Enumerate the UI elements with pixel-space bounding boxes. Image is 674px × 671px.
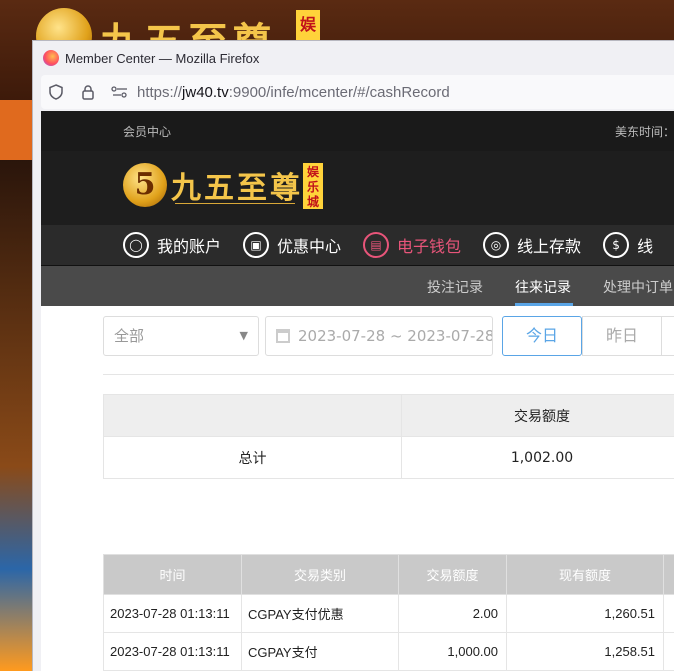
table-row: 2023-07-28 01:13:11 CGPAY支付优惠 2.00 1,260… — [103, 594, 674, 633]
cell-time: 2023-07-28 01:13:11 — [103, 632, 242, 671]
nav-label: 线 — [637, 237, 654, 256]
tab-cash-record[interactable]: 往来记录 — [515, 277, 571, 297]
total-value: 1,002.00 — [401, 436, 674, 479]
window-title: Member Center — Mozilla Firefox — [65, 50, 260, 66]
logo-badge: 娱乐城 — [303, 163, 323, 209]
total-label: 总计 — [103, 436, 402, 479]
col-extra — [663, 554, 674, 595]
nav-promotions[interactable]: ▣ 优惠中心 — [243, 232, 341, 258]
firefox-icon — [43, 50, 59, 66]
main-nav: ◯ 我的账户 ▣ 优惠中心 ▤ 电子钱包 ◎ 线上存款 $ 线 — [41, 225, 674, 266]
type-select[interactable]: 全部 ▼ — [103, 316, 259, 356]
records-table: 时间 交易类别 交易额度 现有额度 2023-07-28 01:13:11 CG… — [103, 554, 674, 671]
summary-header: 交易额度 — [401, 394, 674, 437]
user-icon: ◯ — [123, 232, 149, 258]
records-header-row: 时间 交易类别 交易额度 现有额度 — [103, 554, 674, 595]
yesterday-button[interactable]: 昨日 — [582, 316, 662, 356]
cell-extra — [663, 632, 674, 671]
logo-icon[interactable]: 5 — [123, 163, 167, 207]
page-content: 会员中心 美东时间： 5 九五至尊 娱乐城 ◯ 我的账户 ▣ 优惠中心 ▤ 电子… — [41, 111, 674, 671]
url-bar[interactable]: https://jw40.tv:9900/infe/mcenter/#/cash… — [41, 75, 674, 109]
background-logo-badge: 娱 — [296, 10, 320, 40]
summary-header-blank — [103, 394, 402, 437]
sub-nav: 投注记录 往来记录 处理中订单 — [41, 266, 674, 306]
wallet-icon: ▤ — [363, 232, 390, 258]
cell-type: CGPAY支付优惠 — [241, 594, 399, 633]
more-range-button[interactable] — [662, 316, 674, 356]
deposit-icon: ◎ — [483, 232, 510, 258]
lock-icon[interactable] — [79, 83, 97, 101]
divider — [103, 374, 674, 375]
nav-my-account[interactable]: ◯ 我的账户 — [123, 232, 221, 258]
summary-table: 交易额度 总计 1,002.00 — [103, 394, 674, 479]
tab-bet-record[interactable]: 投注记录 — [427, 277, 483, 297]
logo-ornament — [175, 203, 295, 209]
table-row: 2023-07-28 01:13:11 CGPAY支付 1,000.00 1,2… — [103, 632, 674, 671]
col-time: 时间 — [103, 554, 242, 595]
cell-time: 2023-07-28 01:13:11 — [103, 594, 242, 633]
cell-amount: 2.00 — [398, 594, 507, 633]
nav-online-deposit[interactable]: ◎ 线上存款 — [483, 232, 581, 258]
chevron-down-icon: ▼ — [239, 329, 248, 342]
site-header: 5 九五至尊 娱乐城 — [41, 151, 674, 225]
url-text[interactable]: https://jw40.tv:9900/infe/mcenter/#/cash… — [137, 84, 450, 101]
nav-label: 线上存款 — [517, 237, 582, 256]
nav-label: 优惠中心 — [277, 237, 342, 256]
eastern-time-label: 美东时间： — [615, 125, 674, 139]
nav-label: 电子钱包 — [397, 237, 462, 256]
tab-pending-orders[interactable]: 处理中订单 — [603, 277, 673, 297]
date-range-value: 2023-07-28 ~ 2023-07-28 — [298, 327, 493, 345]
date-range-input[interactable]: 2023-07-28 ~ 2023-07-28 — [265, 316, 493, 356]
calendar-icon — [276, 329, 290, 343]
filter-bar: 全部 ▼ 2023-07-28 ~ 2023-07-28 今日 昨日 — [103, 316, 674, 356]
logo-text[interactable]: 九五至尊 — [171, 163, 303, 207]
type-select-value: 全部 — [114, 327, 145, 345]
cell-extra — [663, 594, 674, 633]
cell-amount: 1,000.00 — [398, 632, 507, 671]
col-balance: 现有额度 — [506, 554, 664, 595]
cell-balance: 1,258.51 — [506, 632, 664, 671]
col-type: 交易类别 — [241, 554, 399, 595]
nav-withdraw[interactable]: $ 线 — [603, 232, 653, 258]
active-tab-indicator — [515, 303, 573, 306]
today-button[interactable]: 今日 — [502, 316, 582, 356]
top-strip: 会员中心 美东时间： — [41, 111, 674, 151]
col-amount: 交易额度 — [398, 554, 507, 595]
gift-icon: ▣ — [243, 232, 270, 258]
cell-balance: 1,260.51 — [506, 594, 664, 633]
title-bar: Member Center — Mozilla Firefox — [33, 41, 674, 75]
cell-type: CGPAY支付 — [241, 632, 399, 671]
firefox-window: Member Center — Mozilla Firefox https://… — [32, 40, 674, 671]
nav-e-wallet[interactable]: ▤ 电子钱包 — [363, 232, 461, 258]
withdraw-icon: $ — [603, 232, 630, 258]
shield-icon[interactable] — [47, 83, 65, 101]
nav-label: 我的账户 — [157, 237, 222, 256]
member-center-link[interactable]: 会员中心 — [123, 123, 171, 140]
permissions-icon[interactable] — [111, 83, 129, 101]
